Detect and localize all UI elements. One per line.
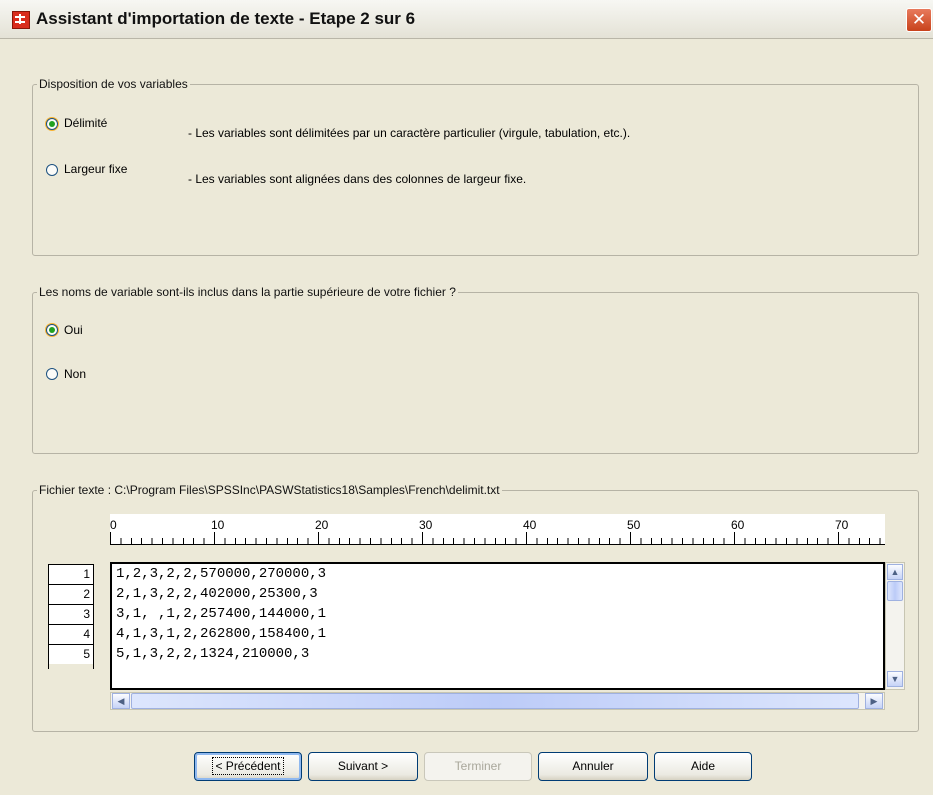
fixed-width-label[interactable]: Largeur fixe	[64, 162, 127, 176]
ruler-label: 0	[110, 518, 117, 532]
ruler-label: 10	[211, 518, 225, 532]
yes-radio[interactable]	[46, 324, 58, 336]
ruler-label: 40	[523, 518, 537, 532]
ruler-label: 50	[627, 518, 641, 532]
preview-line: 4,1,3,1,2,262800,158400,1	[116, 626, 327, 642]
back-button[interactable]: < Précédent	[194, 752, 302, 781]
title-bar: Assistant d'importation de texte - Etape…	[0, 0, 933, 39]
variable-names-legend: Les noms de variable sont-ils inclus dan…	[37, 285, 458, 299]
cancel-button[interactable]: Annuler	[538, 752, 648, 781]
window-title: Assistant d'importation de texte - Etape…	[36, 9, 416, 28]
yes-label[interactable]: Oui	[64, 323, 83, 337]
spreadsheet-app-icon	[12, 11, 30, 29]
no-label[interactable]: Non	[64, 367, 86, 381]
close-icon[interactable]: ✕	[906, 8, 932, 32]
ruler-label: 30	[419, 518, 433, 532]
ruler-label: 20	[315, 518, 329, 532]
preview-line: 1,2,3,2,2,570000,270000,3	[116, 566, 327, 582]
back-button-label: < Précédent	[212, 757, 284, 775]
horizontal-scroll-thumb[interactable]	[131, 693, 859, 709]
delimited-radio[interactable]	[46, 118, 58, 130]
help-button[interactable]: Aide	[654, 752, 752, 781]
row-number: 2	[48, 584, 94, 604]
column-ruler: 0 10 20 30 40 50 60 70	[110, 514, 885, 545]
row-number: 3	[48, 604, 94, 624]
variable-layout-legend: Disposition de vos variables	[37, 77, 190, 91]
row-number-column: 1 2 3 4 5	[48, 564, 94, 669]
delimited-description: - Les variables sont délimitées par un c…	[188, 126, 631, 140]
preview-line: 5,1,3,2,2,1324,210000,3	[116, 646, 310, 662]
row-number: 1	[48, 564, 94, 584]
preview-line: 2,1,3,2,2,402000,25300,3	[116, 586, 318, 602]
fixed-width-description: - Les variables sont alignées dans des c…	[188, 172, 527, 186]
scroll-up-icon[interactable]: ▲	[887, 564, 903, 580]
finish-button[interactable]: Terminer	[424, 752, 532, 781]
ruler-label: 60	[731, 518, 745, 532]
horizontal-scrollbar[interactable]: ◀ ▶	[110, 692, 885, 710]
text-file-legend: Fichier texte : C:\Program Files\SPSSInc…	[37, 483, 502, 497]
vertical-scroll-thumb[interactable]	[887, 581, 903, 601]
file-preview[interactable]: 1,2,3,2,2,570000,270000,3 2,1,3,2,2,4020…	[110, 562, 885, 690]
variable-layout-group: Disposition de vos variables	[32, 77, 919, 256]
vertical-scrollbar[interactable]: ▲ ▼	[885, 562, 905, 690]
ruler-label: 70	[835, 518, 849, 532]
scroll-left-icon[interactable]: ◀	[112, 693, 130, 709]
row-number: 4	[48, 624, 94, 644]
ruler-ticks	[110, 538, 885, 544]
variable-names-group: Les noms de variable sont-ils inclus dan…	[32, 285, 919, 454]
no-radio[interactable]	[46, 368, 58, 380]
next-button[interactable]: Suivant >	[308, 752, 418, 781]
scroll-down-icon[interactable]: ▼	[887, 671, 903, 687]
fixed-width-radio[interactable]	[46, 164, 58, 176]
row-number: 5	[48, 644, 94, 664]
delimited-label[interactable]: Délimité	[64, 116, 107, 130]
scroll-right-icon[interactable]: ▶	[865, 693, 883, 709]
preview-line: 3,1, ,1,2,257400,144000,1	[116, 606, 327, 622]
